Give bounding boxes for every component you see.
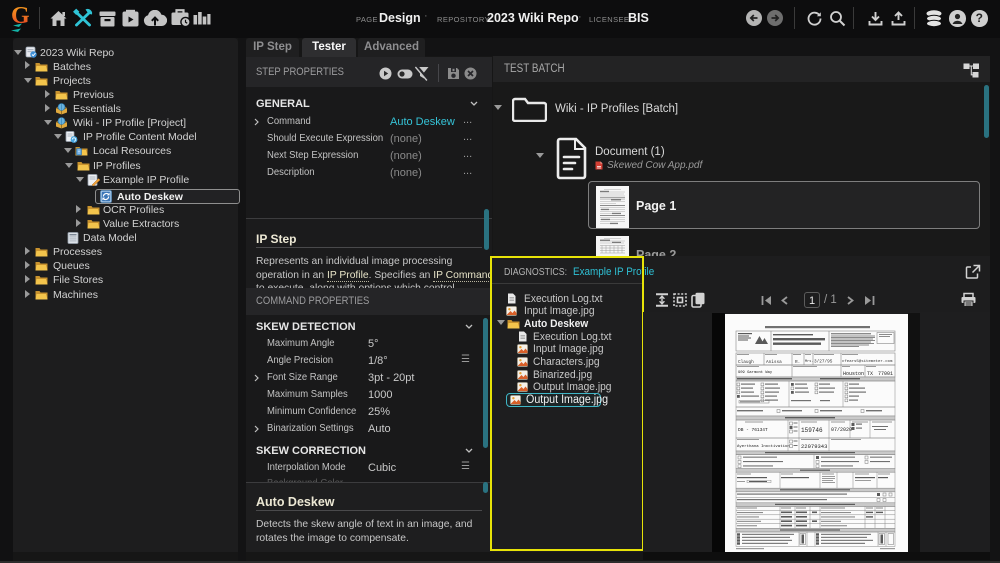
- svg-text:Mrs.: Mrs.: [805, 359, 813, 364]
- svg-text:77001: 77001: [878, 371, 893, 377]
- svg-text:TX: TX: [867, 371, 873, 377]
- svg-text:Houston: Houston: [843, 371, 864, 377]
- svg-text:07/2020: 07/2020: [831, 427, 852, 433]
- svg-text:22079343: 22079343: [801, 443, 827, 450]
- svg-text:909 Garmont Way: 909 Garmont Way: [738, 370, 773, 375]
- svg-text:Ayerthana Inoctivation: Ayerthana Inoctivation: [737, 444, 790, 449]
- svg-text:R.: R.: [795, 360, 800, 365]
- svg-text:DB - 76134T: DB - 76134T: [738, 427, 768, 433]
- svg-text:Claugh: Claugh: [738, 360, 754, 365]
- svg-text:cfears5@sitemeter.com: cfears5@sitemeter.com: [842, 359, 893, 364]
- svg-text:159746: 159746: [801, 427, 823, 434]
- svg-text:Anissa: Anissa: [766, 360, 782, 365]
- svg-text:3/27/95: 3/27/95: [814, 360, 833, 365]
